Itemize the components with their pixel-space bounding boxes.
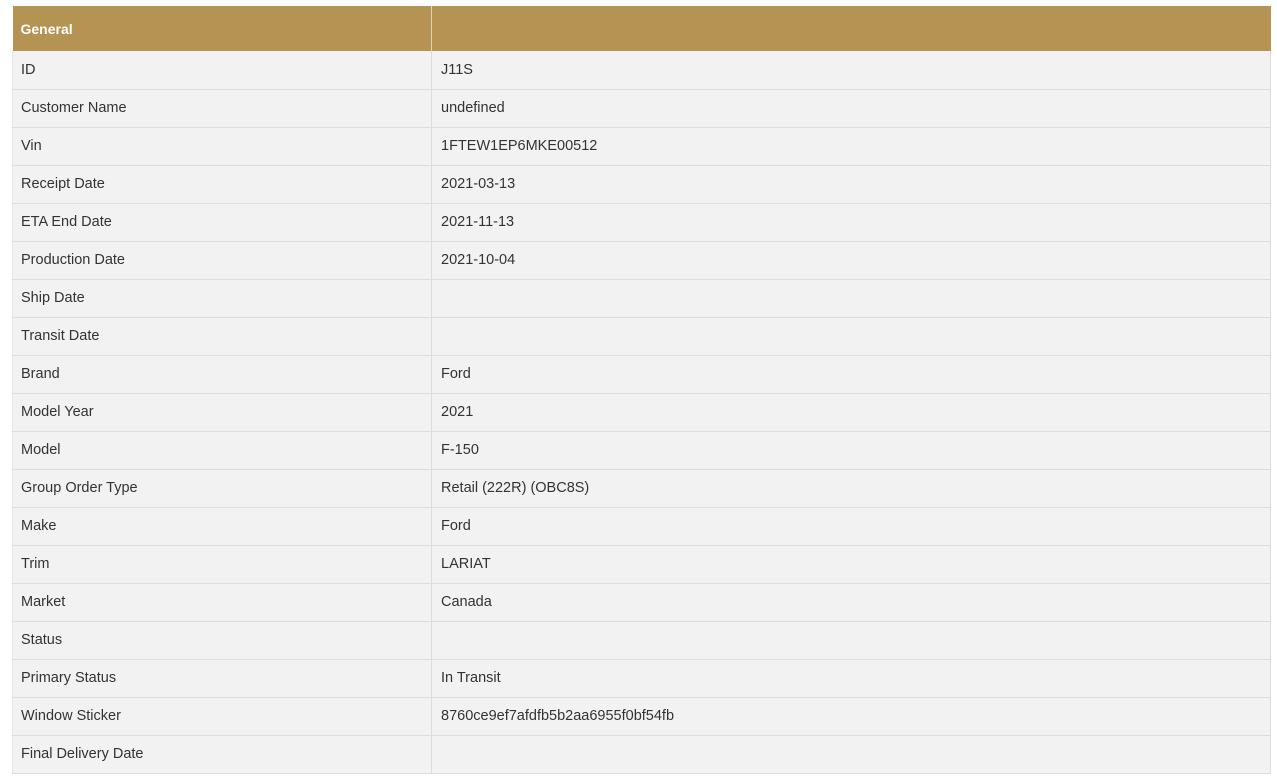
- row-label: Receipt Date: [12, 165, 432, 204]
- row-label: Transit Date: [12, 317, 432, 356]
- row-value: 2021: [431, 393, 1271, 432]
- table-row: Customer Name undefined: [12, 89, 1271, 128]
- row-value: 2021-11-13: [431, 203, 1271, 242]
- table-row: Status: [12, 621, 1271, 660]
- table-row: Receipt Date 2021-03-13: [12, 165, 1271, 204]
- table-row: Production Date 2021-10-04: [12, 241, 1271, 280]
- table-row: Brand Ford: [12, 355, 1271, 394]
- row-value: Ford: [431, 355, 1271, 394]
- row-value: Canada: [431, 583, 1271, 622]
- row-label: Group Order Type: [12, 469, 432, 508]
- row-label: Trim: [12, 545, 432, 584]
- row-label: Ship Date: [12, 279, 432, 318]
- general-info-panel: General ID J11S Customer Name undefined …: [12, 6, 1271, 774]
- table-row: Make Ford: [12, 507, 1271, 546]
- row-value: [431, 621, 1271, 660]
- header-value: [431, 6, 1271, 51]
- row-label: Final Delivery Date: [12, 735, 432, 774]
- row-label: Model Year: [12, 393, 432, 432]
- row-label: Market: [12, 583, 432, 622]
- table-row: ETA End Date 2021-11-13: [12, 203, 1271, 242]
- row-label: Window Sticker: [12, 697, 432, 736]
- table-row: ID J11S: [12, 51, 1271, 90]
- row-value: Retail (222R) (OBC8S): [431, 469, 1271, 508]
- row-value: J11S: [431, 51, 1271, 90]
- table-row: Final Delivery Date: [12, 735, 1271, 774]
- row-value: undefined: [431, 89, 1271, 128]
- row-label: ID: [12, 51, 432, 90]
- row-value: 2021-10-04: [431, 241, 1271, 280]
- row-label: Make: [12, 507, 432, 546]
- row-label: ETA End Date: [12, 203, 432, 242]
- row-label: Customer Name: [12, 89, 432, 128]
- row-value: 1FTEW1EP6MKE00512: [431, 127, 1271, 166]
- row-value: F-150: [431, 431, 1271, 470]
- row-label: Model: [12, 431, 432, 470]
- row-label: Status: [12, 621, 432, 660]
- table-header-row: General: [12, 6, 1271, 51]
- table-row: Group Order Type Retail (222R) (OBC8S): [12, 469, 1271, 508]
- table-row: Transit Date: [12, 317, 1271, 356]
- table-row: Window Sticker 8760ce9ef7afdfb5b2aa6955f…: [12, 697, 1271, 736]
- row-value: [431, 735, 1271, 774]
- row-label: Primary Status: [12, 659, 432, 698]
- general-info-table: General ID J11S Customer Name undefined …: [12, 6, 1271, 774]
- table-row: Vin 1FTEW1EP6MKE00512: [12, 127, 1271, 166]
- row-label: Brand: [12, 355, 432, 394]
- table-row: Model F-150: [12, 431, 1271, 470]
- row-value: 8760ce9ef7afdfb5b2aa6955f0bf54fb: [431, 697, 1271, 736]
- table-row: Primary Status In Transit: [12, 659, 1271, 698]
- row-value: LARIAT: [431, 545, 1271, 584]
- row-label: Vin: [12, 127, 432, 166]
- row-value: Ford: [431, 507, 1271, 546]
- table-row: Model Year 2021: [12, 393, 1271, 432]
- row-value: 2021-03-13: [431, 165, 1271, 204]
- table-row: Market Canada: [12, 583, 1271, 622]
- row-value: [431, 279, 1271, 318]
- row-label: Production Date: [12, 241, 432, 280]
- header-general: General: [12, 6, 432, 51]
- table-row: Ship Date: [12, 279, 1271, 318]
- row-value: [431, 317, 1271, 356]
- row-value: In Transit: [431, 659, 1271, 698]
- table-row: Trim LARIAT: [12, 545, 1271, 584]
